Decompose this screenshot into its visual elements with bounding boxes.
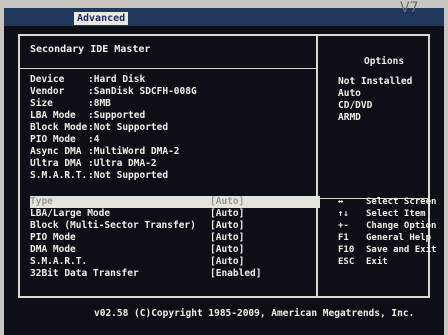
help-key: ↔ [338, 197, 344, 207]
info-label: Async DMA [30, 146, 82, 157]
option-label: Block (Multi-Sector Transfer) [30, 220, 196, 231]
info-value: :MultiWord DMA-2 [88, 146, 180, 157]
option-label: Type [30, 196, 53, 207]
title-divider [20, 68, 316, 69]
option-pio-mode[interactable]: PIO Mode [Auto] [30, 232, 320, 244]
option-block-mode[interactable]: Block (Multi-Sector Transfer) [Auto] [30, 220, 320, 232]
help-row: ↔ Select Screen [338, 196, 436, 208]
info-value: :Not Supported [88, 170, 169, 181]
option-label: DMA Mode [30, 244, 76, 255]
bios-screen: Advanced Secondary IDE Master Device :Har… [4, 8, 444, 335]
option-value: [Auto] [210, 244, 245, 255]
option-type[interactable]: Type [Auto] [30, 196, 320, 208]
option-32bit-transfer[interactable]: 32Bit Data Transfer [Enabled] [30, 268, 320, 280]
option-value: [Auto] [210, 208, 245, 219]
info-label: Device [30, 74, 65, 85]
info-row: Ultra DMA :Ultra DMA-2 [30, 158, 157, 170]
help-row: ↑↓ Select Item [338, 208, 426, 220]
help-key: +- [338, 221, 349, 231]
option-value: [Auto] [210, 196, 245, 207]
help-desc: Select Item [366, 209, 426, 219]
help-key: F1 [338, 233, 349, 243]
choice-item[interactable]: Not Installed [338, 76, 412, 88]
option-label: PIO Mode [30, 232, 76, 243]
option-smart[interactable]: S.M.A.R.T. [Auto] [30, 256, 320, 268]
info-label: Ultra DMA [30, 158, 82, 169]
page-title: Secondary IDE Master [30, 44, 151, 55]
option-label: 32Bit Data Transfer [30, 268, 139, 279]
info-row: LBA Mode :Supported [30, 110, 145, 122]
tab-advanced[interactable]: Advanced [74, 12, 129, 25]
help-row: +- Change Option [338, 220, 436, 232]
menu-bar: Advanced [4, 8, 444, 26]
info-row: S.M.A.R.T.:Not Supported [30, 170, 168, 182]
option-value: [Enabled] [210, 268, 262, 279]
info-label: PIO Mode [30, 134, 76, 145]
info-value: :4 [88, 134, 100, 145]
help-key: ↑↓ [338, 209, 349, 219]
info-label: Size [30, 98, 53, 109]
choice-item[interactable]: Auto [338, 88, 361, 100]
info-value: :8MB [88, 98, 111, 109]
choice-item[interactable]: ARMD [338, 112, 361, 124]
help-row: ESC Exit [338, 256, 388, 268]
info-row: Size :8MB [30, 98, 111, 110]
help-row: F1 General Help [338, 232, 431, 244]
option-value: [Auto] [210, 256, 245, 267]
info-value: :SanDisk SDCFH-008G [88, 86, 197, 97]
help-desc: Change Option [366, 221, 437, 231]
help-desc: General Help [366, 233, 432, 243]
help-key: ESC [338, 257, 355, 267]
option-lba-large-mode[interactable]: LBA/Large Mode [Auto] [30, 208, 320, 220]
help-row: F10 Save and Exit [338, 244, 436, 256]
choice-item[interactable]: CD/DVD [338, 100, 372, 112]
option-dma-mode[interactable]: DMA Mode [Auto] [30, 244, 320, 256]
info-label: LBA Mode [30, 110, 76, 121]
info-row: Device :Hard Disk [30, 74, 145, 86]
info-label: Block Mode [30, 122, 88, 133]
info-value: :Not Supported [88, 122, 169, 133]
info-row: Vendor :SanDisk SDCFH-008G [30, 86, 197, 98]
option-value: [Auto] [210, 232, 245, 243]
info-value: :Ultra DMA-2 [88, 158, 157, 169]
options-title: Options [364, 56, 405, 67]
info-label: S.M.A.R.T. [30, 170, 88, 181]
info-label: Vendor [30, 86, 65, 97]
help-desc: Exit [366, 257, 388, 267]
help-desc: Save and Exit [366, 245, 437, 255]
monitor-logo: V7 [400, 0, 419, 16]
option-value: [Auto] [210, 220, 245, 231]
option-label: LBA/Large Mode [30, 208, 111, 219]
option-label: S.M.A.R.T. [30, 256, 88, 267]
info-value: :Hard Disk [88, 74, 146, 85]
help-key: F10 [338, 245, 355, 255]
copyright-footer: v02.58 (C)Copyright 1985-2009, American … [94, 308, 415, 319]
info-row: Block Mode:Not Supported [30, 122, 168, 134]
info-row: PIO Mode :4 [30, 134, 99, 146]
help-desc: Select Screen [366, 197, 437, 207]
info-value: :Supported [88, 110, 146, 121]
info-row: Async DMA :MultiWord DMA-2 [30, 146, 180, 158]
